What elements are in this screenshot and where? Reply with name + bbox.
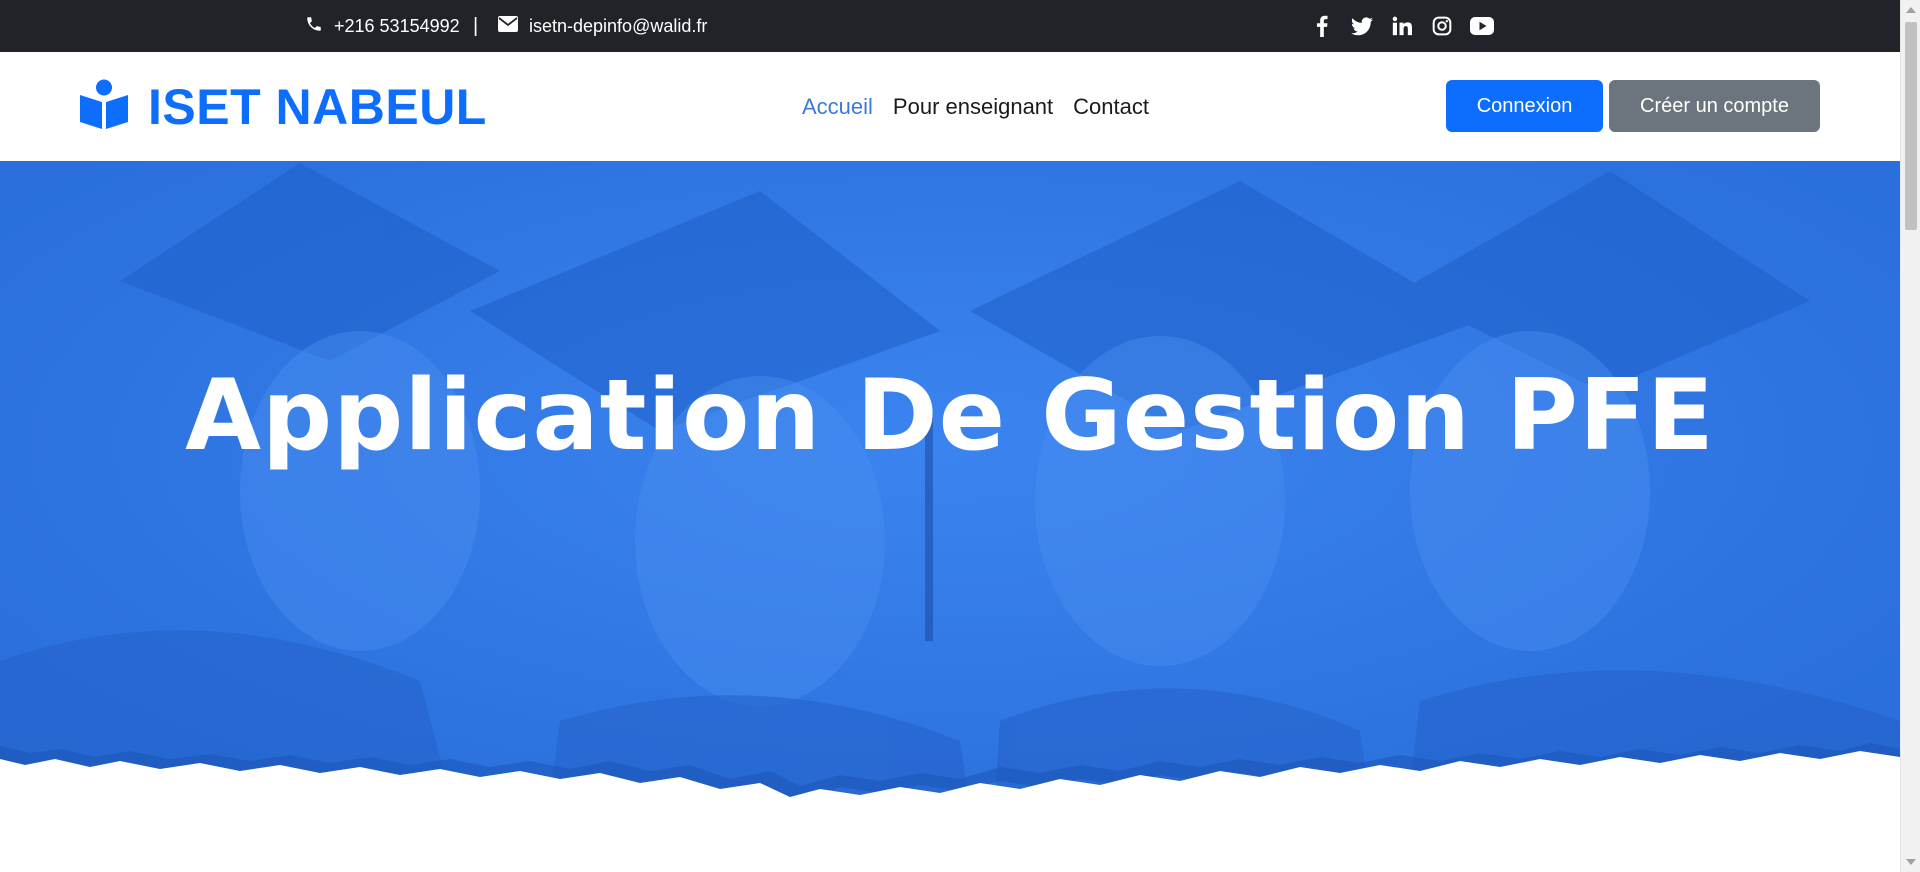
brand-name: ISET NABEUL: [148, 78, 487, 135]
contact-separator: |: [473, 14, 479, 37]
phone-number: +216 53154992: [334, 15, 460, 36]
phone-icon: [305, 15, 334, 38]
reader-book-icon: [78, 79, 130, 134]
youtube-icon[interactable]: [1470, 14, 1494, 38]
instagram-icon[interactable]: [1430, 14, 1454, 38]
social-links: [1310, 0, 1494, 52]
top-contact-bar: +216 53154992 | isetn-depinfo@walid.fr: [0, 0, 1900, 52]
scroll-down-arrow-icon[interactable]: [1901, 852, 1920, 872]
nav-menu: Accueil Pour enseignant Contact: [802, 52, 1149, 161]
scrollbar-thumb[interactable]: [1905, 22, 1917, 230]
nav-link-accueil[interactable]: Accueil: [802, 94, 873, 120]
twitter-icon[interactable]: [1350, 14, 1374, 38]
register-button[interactable]: Créer un compte: [1609, 80, 1820, 132]
page: +216 53154992 | isetn-depinfo@walid.fr I…: [0, 0, 1900, 872]
scroll-up-arrow-icon[interactable]: [1901, 0, 1920, 20]
torn-paper-edge: [0, 743, 1900, 872]
main-navbar: ISET NABEUL Accueil Pour enseignant Cont…: [0, 52, 1900, 161]
nav-link-contact[interactable]: Contact: [1073, 94, 1149, 120]
login-button[interactable]: Connexion: [1446, 80, 1603, 132]
email-address: isetn-depinfo@walid.fr: [529, 15, 708, 36]
nav-link-pour-enseignant[interactable]: Pour enseignant: [893, 94, 1053, 120]
brand-logo-link[interactable]: ISET NABEUL: [78, 52, 487, 161]
vertical-scrollbar[interactable]: [1900, 0, 1920, 872]
envelope-icon: [498, 15, 529, 37]
linkedin-icon[interactable]: [1390, 14, 1414, 38]
email-contact[interactable]: isetn-depinfo@walid.fr: [498, 0, 707, 52]
hero-banner: Application De Gestion PFE: [0, 161, 1900, 872]
phone-contact[interactable]: +216 53154992: [305, 0, 460, 52]
facebook-icon[interactable]: [1310, 14, 1334, 38]
